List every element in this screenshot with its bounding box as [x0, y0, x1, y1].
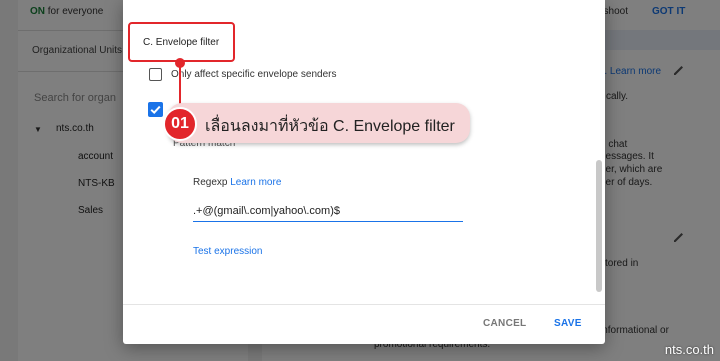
save-button[interactable]: SAVE [554, 318, 582, 329]
regexp-input[interactable] [193, 200, 463, 222]
highlight-box [128, 22, 235, 62]
regexp-label: Regexp Learn more [193, 177, 282, 188]
watermark-text: nts.co.th [664, 342, 714, 357]
cancel-button[interactable]: CANCEL [483, 318, 526, 329]
checkmark-icon [150, 105, 161, 115]
footer-divider [123, 304, 605, 305]
regexp-learn-more-link[interactable]: Learn more [230, 177, 281, 188]
test-expression-link[interactable]: Test expression [193, 246, 262, 257]
only-affect-checkbox[interactable] [149, 68, 162, 81]
only-affect-label: Only affect specific envelope senders [171, 69, 337, 80]
pattern-match-checkbox[interactable] [148, 102, 163, 117]
dialog-scrollbar[interactable] [596, 160, 602, 292]
callout-connector [179, 62, 181, 108]
callout-instruction: เลื่อนลงมาที่หัวข้อ C. Envelope filter [205, 118, 455, 135]
step-badge: 01 [163, 107, 197, 141]
callout-connector-dot [175, 58, 185, 68]
